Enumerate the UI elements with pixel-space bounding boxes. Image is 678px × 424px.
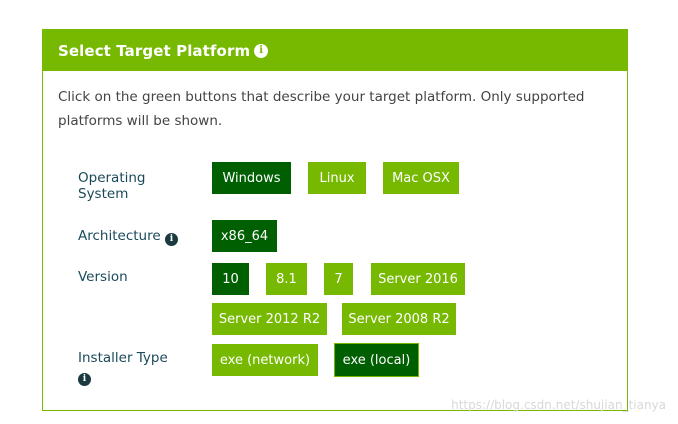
arch-option-x86_64[interactable]: x86_64 xyxy=(212,220,277,252)
version-option-server-2012-r2[interactable]: Server 2012 R2 xyxy=(212,303,327,335)
intro-text: Click on the green buttons that describe… xyxy=(58,85,618,133)
watermark-text: https://blog.csdn.net/shujian_tianya xyxy=(451,398,666,412)
os-option-windows[interactable]: Windows xyxy=(212,162,291,194)
info-icon[interactable]: i xyxy=(164,232,178,246)
panel-title: Select Target Platform xyxy=(58,41,251,60)
select-target-platform-panel: Select Target Platform i Click on the gr… xyxy=(42,29,628,411)
version-option-server-2016[interactable]: Server 2016 xyxy=(371,263,465,295)
os-option-macosx[interactable]: Mac OSX xyxy=(383,162,459,194)
os-label-line-2: System xyxy=(78,186,129,202)
intro-line-2: platforms will be shown. xyxy=(58,113,223,129)
os-option-linux[interactable]: Linux xyxy=(308,162,366,194)
intro-line-1: Click on the green buttons that describe… xyxy=(58,89,585,105)
os-label-line-1: Operating xyxy=(78,170,146,186)
installer-type-label: Installer Type i xyxy=(78,350,168,386)
info-icon-wrap: i xyxy=(78,368,168,386)
installer-type-label-text: Installer Type xyxy=(78,350,168,366)
panel-header: Select Target Platform i xyxy=(43,30,627,71)
installer-option-exe-network[interactable]: exe (network) xyxy=(212,344,318,376)
installer-option-exe-local[interactable]: exe (local) xyxy=(334,343,419,377)
version-label: Version xyxy=(78,269,128,285)
version-option-7[interactable]: 7 xyxy=(324,263,353,295)
info-icon[interactable]: i xyxy=(254,43,269,58)
os-label: Operating System xyxy=(78,170,146,202)
version-label-text: Version xyxy=(78,269,128,285)
architecture-label: Architecture i xyxy=(78,228,178,246)
version-option-8-1[interactable]: 8.1 xyxy=(266,263,307,295)
info-icon[interactable]: i xyxy=(78,372,91,386)
version-option-server-2008-r2[interactable]: Server 2008 R2 xyxy=(342,303,456,335)
architecture-label-text: Architecture xyxy=(78,228,161,244)
version-option-10[interactable]: 10 xyxy=(212,263,249,295)
